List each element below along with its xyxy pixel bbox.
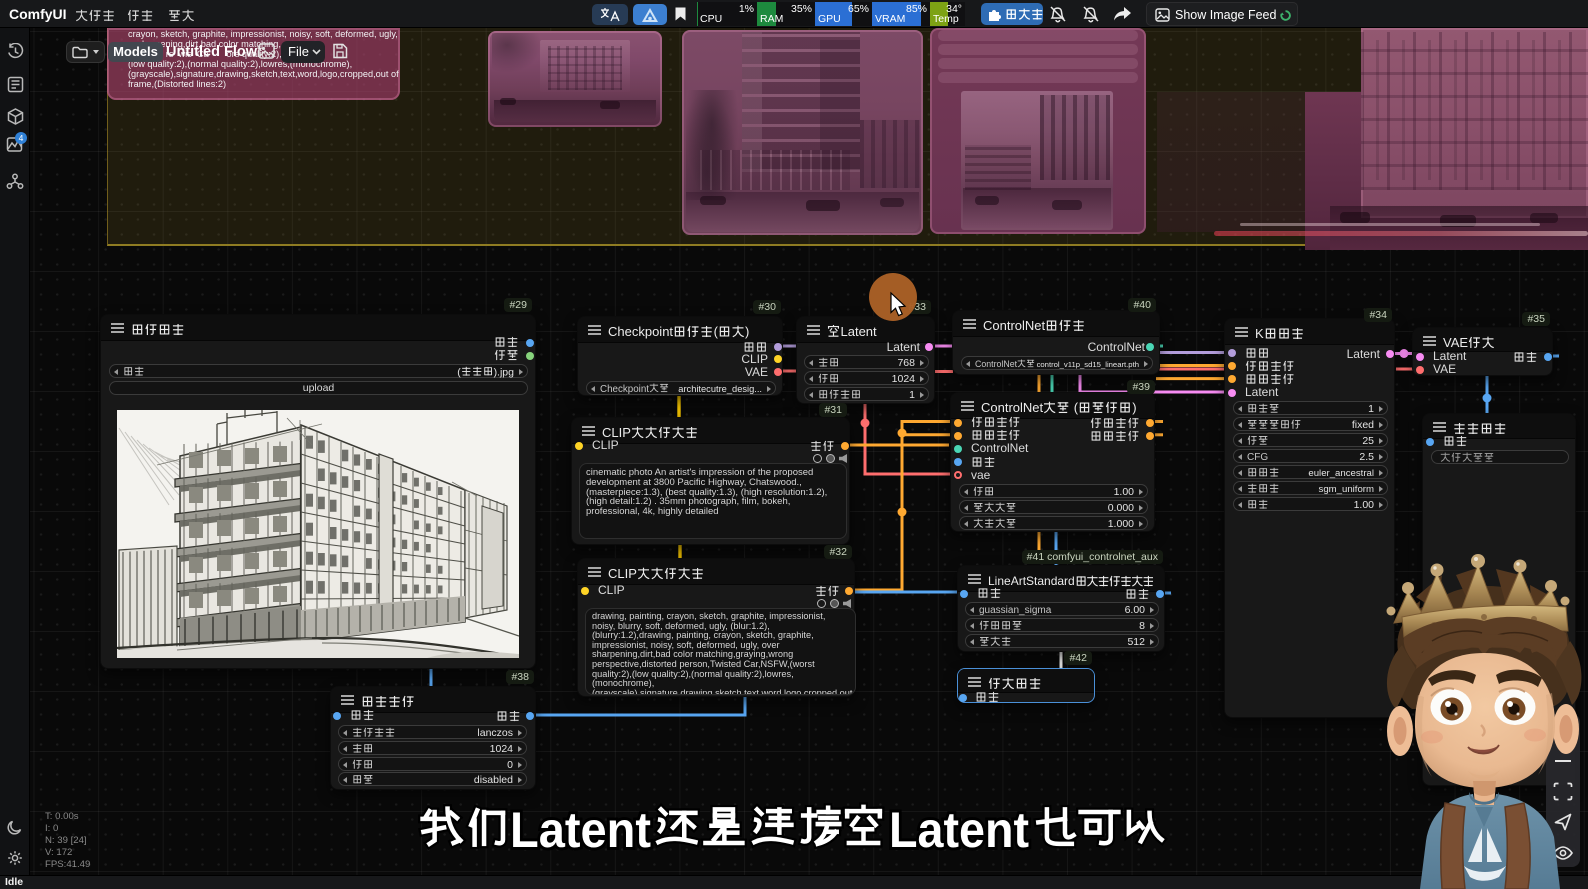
svg-text:Latent: Latent: [889, 802, 1029, 858]
svg-text:Latent: Latent: [510, 802, 651, 858]
